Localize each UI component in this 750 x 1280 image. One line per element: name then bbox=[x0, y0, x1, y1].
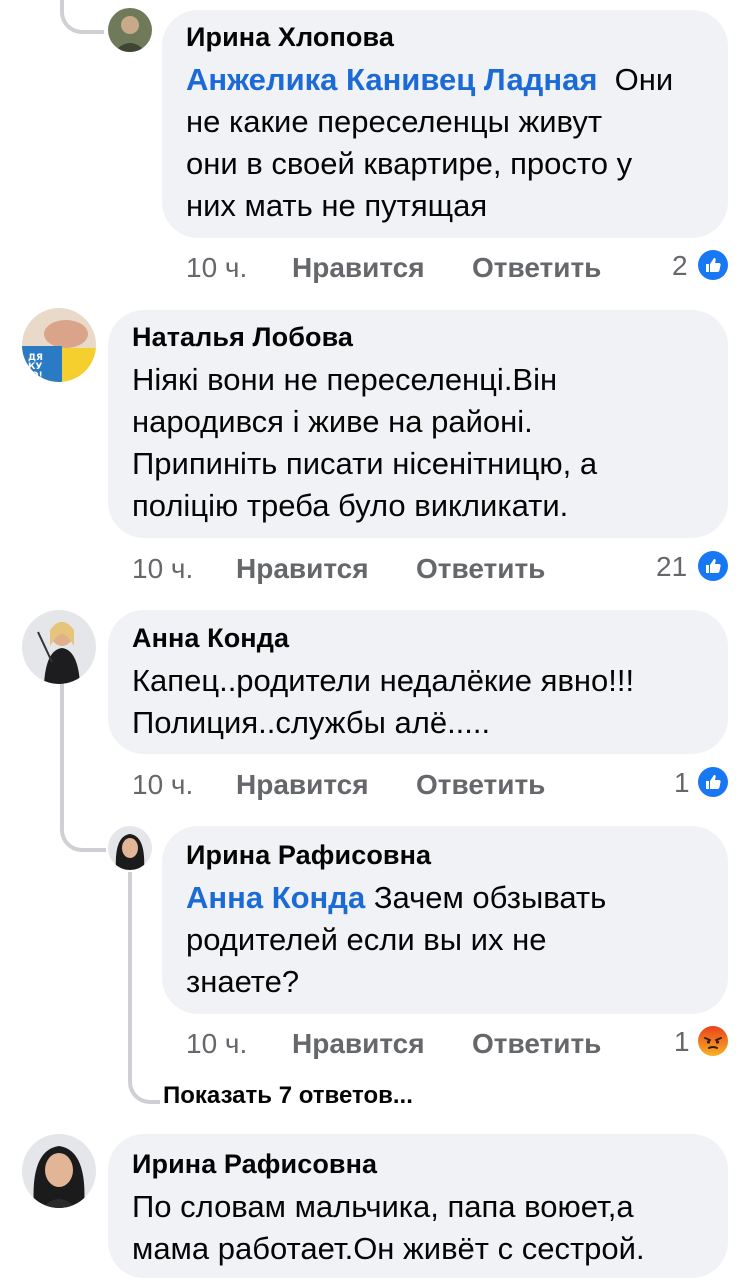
comment-author[interactable]: Ирина Рафисовна bbox=[132, 1149, 377, 1180]
avatar[interactable] bbox=[22, 610, 96, 684]
avatar[interactable] bbox=[22, 1134, 96, 1208]
comment-time[interactable]: 10 ч. bbox=[132, 553, 193, 585]
like-icon bbox=[698, 250, 728, 280]
comment-text: Капец..родители недалёкие явно!!! Полици… bbox=[132, 663, 635, 740]
like-button[interactable]: Нравится bbox=[236, 769, 369, 801]
comment-author[interactable]: Ирина Хлопова bbox=[186, 22, 394, 53]
comment-author[interactable]: Наталья Лобова bbox=[132, 322, 353, 353]
angry-icon bbox=[698, 1026, 728, 1056]
thread-line bbox=[128, 872, 132, 1082]
comment-text: По словам мальчика, папа воюет,а мама ра… bbox=[132, 1189, 645, 1266]
thread-connector bbox=[128, 1060, 160, 1104]
show-replies-link[interactable]: Показать 7 ответов... bbox=[163, 1082, 413, 1110]
comment-text: Ніякі вони не переселенці.Він народився … bbox=[132, 362, 598, 523]
like-button[interactable]: Нравится bbox=[236, 553, 369, 585]
reaction-count[interactable]: 2 bbox=[672, 250, 688, 282]
reply-button[interactable]: Ответить bbox=[416, 769, 545, 801]
reply-button[interactable]: Ответить bbox=[472, 252, 601, 284]
like-button[interactable]: Нравится bbox=[292, 252, 425, 284]
comment-text: Анжелика Канивец Ладная Они не какие пер… bbox=[186, 62, 674, 223]
comment-time[interactable]: 10 ч. bbox=[186, 1028, 247, 1060]
mention-link[interactable]: Анжелика Канивец Ладная bbox=[186, 62, 597, 97]
comment-time[interactable]: 10 ч. bbox=[186, 252, 247, 284]
avatar[interactable]: ДЯ КУ Ю! bbox=[22, 308, 96, 382]
comment-author[interactable]: Анна Конда bbox=[132, 623, 289, 654]
comment-author[interactable]: Ирина Рафисовна bbox=[186, 840, 431, 871]
like-icon bbox=[698, 551, 728, 581]
reply-button[interactable]: Ответить bbox=[472, 1028, 601, 1060]
reaction-count[interactable]: 1 bbox=[674, 767, 690, 799]
reply-button[interactable]: Ответить bbox=[416, 553, 545, 585]
like-button[interactable]: Нравится bbox=[292, 1028, 425, 1060]
svg-text:Ю!: Ю! bbox=[28, 371, 43, 381]
avatar[interactable] bbox=[108, 8, 152, 52]
reaction-count[interactable]: 21 bbox=[656, 551, 687, 583]
comment-time[interactable]: 10 ч. bbox=[132, 769, 193, 801]
reaction-count[interactable]: 1 bbox=[674, 1026, 690, 1058]
like-icon bbox=[698, 767, 728, 797]
thread-connector bbox=[60, 0, 104, 34]
thread-connector bbox=[60, 800, 106, 852]
avatar[interactable] bbox=[108, 826, 152, 870]
comment-text: Анна Конда Зачем обзывать родителей если… bbox=[186, 880, 607, 999]
mention-link[interactable]: Анна Конда bbox=[186, 880, 365, 915]
